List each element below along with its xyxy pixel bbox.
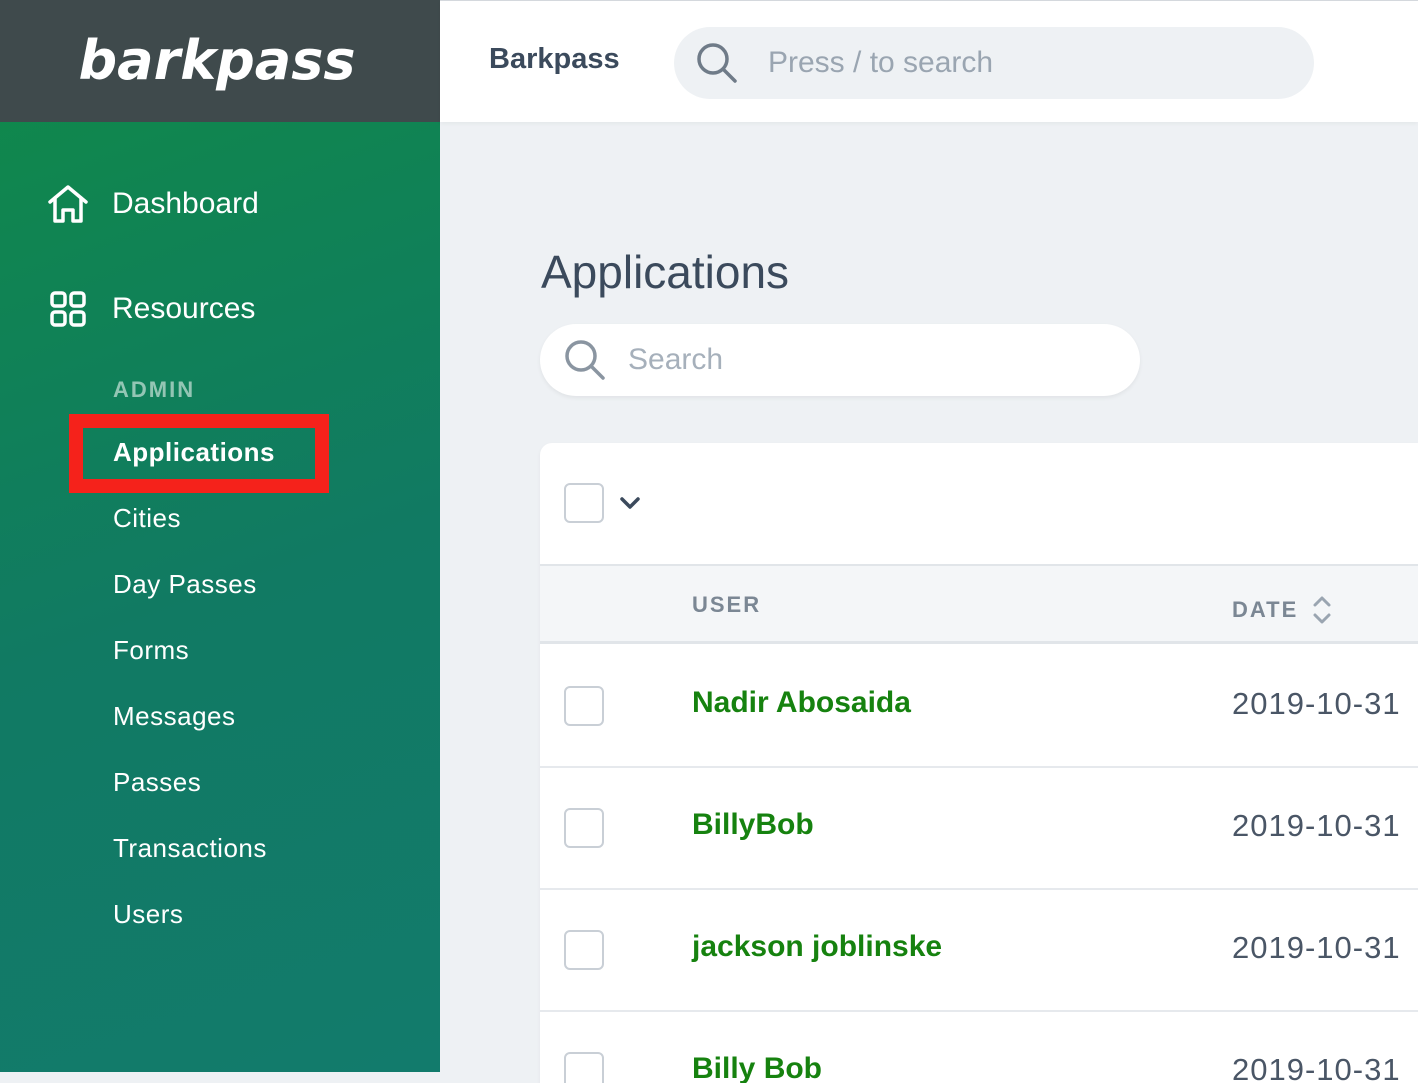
sidebar-item-cities[interactable]: Cities [113,503,181,534]
select-all-checkbox[interactable] [564,483,604,523]
topbar: Barkpass Press / to search [440,0,1418,122]
grid-icon [46,287,90,331]
row-user-link[interactable]: BillyBob [692,808,814,842]
sidebar-item-users[interactable]: Users [113,899,183,930]
page-title: Applications [541,246,790,298]
table-row: Billy Bob 2019-10-31 [540,1012,1418,1083]
chevron-down-icon[interactable] [618,491,642,515]
row-date: 2019-10-31 [1232,808,1401,843]
row-checkbox[interactable] [564,930,604,970]
section-label-admin: ADMIN [113,377,196,402]
global-search-input[interactable]: Press / to search [674,27,1314,99]
app-title[interactable]: Barkpass [489,43,620,76]
table-row: BillyBob 2019-10-31 [540,768,1418,890]
row-checkbox[interactable] [564,1052,604,1083]
nav-resources-label: Resources [112,292,256,325]
global-search-placeholder: Press / to search [768,46,994,79]
search-icon [694,40,740,86]
nav-resources[interactable]: Resources [46,287,255,331]
sidebar: barkpass Dashboard Resources ADMIN Appli… [0,0,440,1072]
sidebar-item-transactions[interactable]: Transactions [113,833,267,864]
brand-logo[interactable]: barkpass [78,29,355,92]
row-user-link[interactable]: Nadir Abosaida [692,686,911,720]
brand-bar[interactable]: barkpass [0,0,440,122]
sidebar-item-day-passes[interactable]: Day Passes [113,569,257,600]
column-header-date[interactable]: DATE [1232,594,1332,626]
row-user-link[interactable]: jackson joblinske [692,930,942,964]
table-header: USER DATE [540,564,1418,644]
row-date: 2019-10-31 [1232,686,1401,721]
row-date: 2019-10-31 [1232,930,1401,965]
search-icon [562,337,608,383]
row-date: 2019-10-31 [1232,1052,1401,1083]
sidebar-item-passes[interactable]: Passes [113,767,201,798]
sidebar-item-applications[interactable]: Applications [113,437,275,468]
column-header-user: USER [692,592,762,617]
resource-table-card: USER DATE Nadir Abosaida 2019-10-31 Bill… [540,443,1418,1083]
home-icon [46,182,90,226]
table-row: Nadir Abosaida 2019-10-31 [540,646,1418,768]
nav-dashboard-label: Dashboard [112,187,259,220]
sidebar-item-messages[interactable]: Messages [113,701,236,732]
sort-icon[interactable] [1312,594,1332,626]
row-checkbox[interactable] [564,686,604,726]
row-user-link[interactable]: Billy Bob [692,1052,822,1083]
table-search-placeholder: Search [628,343,724,376]
nav-dashboard[interactable]: Dashboard [46,182,259,226]
sidebar-item-forms[interactable]: Forms [113,635,189,666]
table-row: jackson joblinske 2019-10-31 [540,890,1418,1012]
row-checkbox[interactable] [564,808,604,848]
table-search-input[interactable]: Search [540,324,1140,396]
column-header-date-label: DATE [1232,597,1299,622]
